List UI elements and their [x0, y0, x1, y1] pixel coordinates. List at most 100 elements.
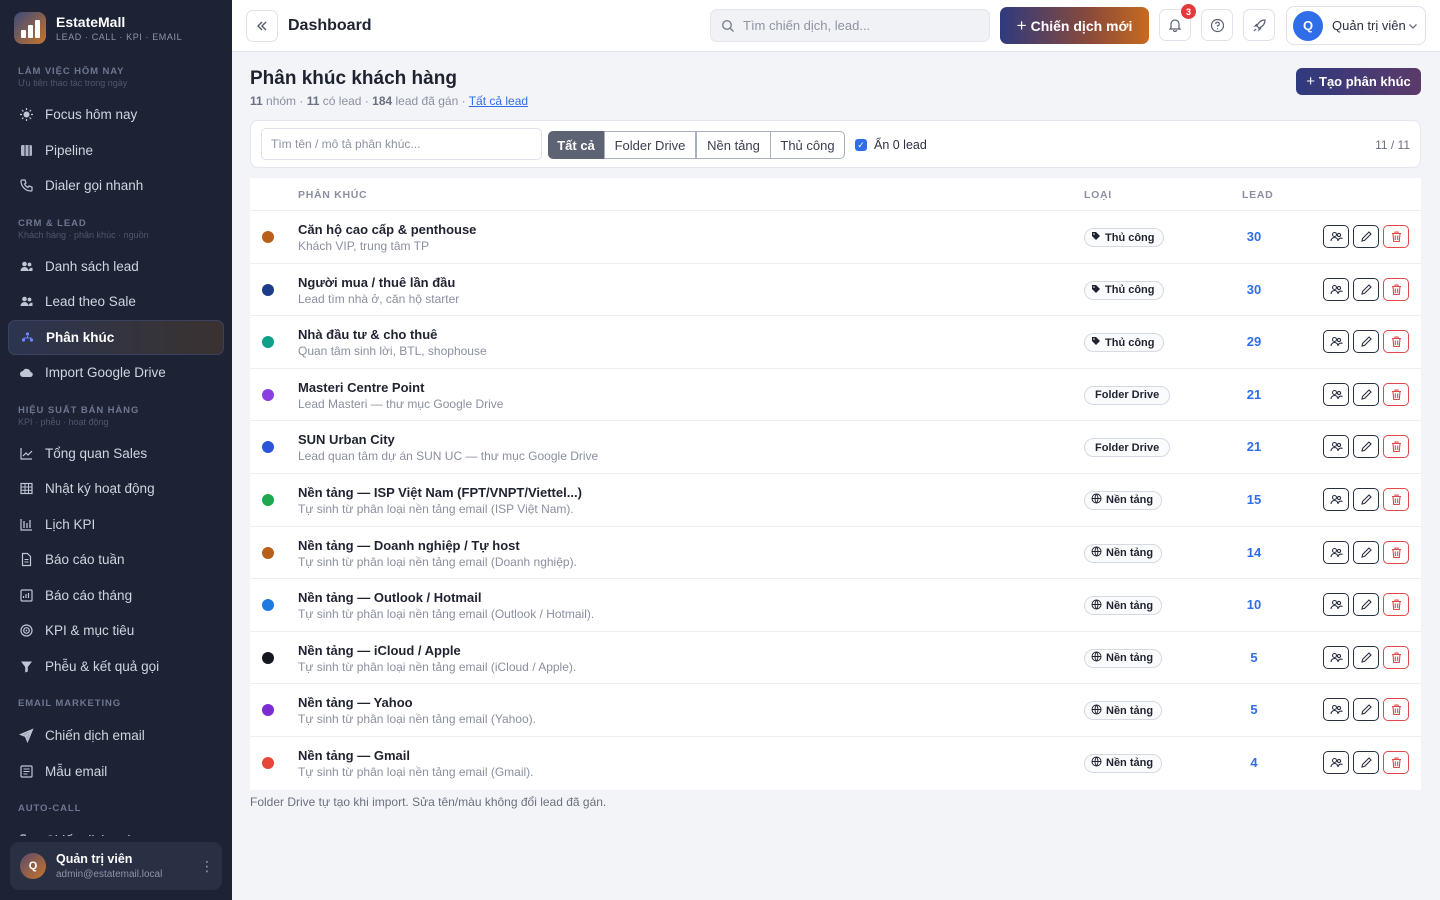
sidebar-item[interactable]: Lead theo Sale — [8, 284, 224, 320]
delete-button[interactable] — [1383, 277, 1409, 301]
view-leads-button[interactable] — [1323, 698, 1349, 722]
segment-description: Lead quan tâm dự án SUN UC — thư mục Goo… — [298, 449, 599, 464]
help-button[interactable] — [1201, 9, 1233, 41]
segment-lead-count[interactable]: 21 — [1234, 387, 1274, 402]
sidebar-item[interactable]: Báo cáo tháng — [8, 578, 224, 614]
edit-button[interactable] — [1353, 540, 1379, 564]
table-row[interactable]: Nền tảng — Doanh nghiệp / Tự host Tự sinh… — [250, 527, 1421, 580]
segment-lead-count[interactable]: 30 — [1234, 282, 1274, 297]
table-row[interactable]: Masteri Centre Point Lead Masteri — thư m… — [250, 369, 1421, 422]
delete-button[interactable] — [1383, 225, 1409, 248]
segment-lead-count[interactable]: 5 — [1234, 650, 1274, 665]
sidebar-item[interactable]: Focus hôm nay — [8, 97, 224, 133]
sidebar-item-label: Import Google Drive — [45, 365, 166, 381]
sidebar-item[interactable]: Báo cáo tuần — [8, 542, 224, 578]
delete-button[interactable] — [1383, 593, 1409, 617]
delete-button[interactable] — [1383, 330, 1409, 354]
table-row[interactable]: Người mua / thuê lần đầu Lead tìm nhà ở, … — [250, 264, 1421, 317]
table-row[interactable]: SUN Urban City Lead quan tâm dự án SUN UC… — [250, 421, 1421, 474]
view-leads-button[interactable] — [1323, 435, 1349, 459]
segment-lead-count[interactable]: 10 — [1234, 597, 1274, 612]
filter-tab-platform[interactable]: Nền tảng — [696, 131, 771, 159]
sidebar-item[interactable]: Pipeline — [8, 133, 224, 169]
segment-lead-count[interactable]: 21 — [1234, 439, 1274, 454]
edit-button[interactable] — [1353, 593, 1379, 617]
notifications-button[interactable]: 3 — [1159, 4, 1196, 41]
edit-button[interactable] — [1353, 645, 1379, 669]
sidebar-user-card[interactable]: Q Quản trị viên admin@estatemail.local ⋮ — [10, 842, 222, 890]
view-leads-button[interactable] — [1323, 487, 1349, 511]
view-leads-button[interactable] — [1323, 750, 1349, 774]
edit-button[interactable] — [1353, 382, 1379, 406]
sidebar-item[interactable]: Phân khúc — [8, 319, 224, 355]
table-icon — [18, 480, 35, 497]
view-leads-button[interactable] — [1323, 593, 1349, 617]
sidebar-item[interactable]: Dialer gọi nhanh — [8, 168, 224, 204]
create-segment-button[interactable]: + Tạo phân khúc — [1296, 68, 1421, 95]
brand[interactable]: EstateMall LEAD · CALL · KPI · EMAIL — [14, 12, 182, 44]
edit-button[interactable] — [1353, 277, 1379, 301]
users-outline-icon — [1329, 388, 1343, 401]
filter-tab-folder-drive[interactable]: Folder Drive — [604, 131, 696, 159]
sidebar-item[interactable]: KPI & mục tiêu — [8, 613, 224, 649]
sidebar-item[interactable]: Chiến dịch gọi — [8, 823, 224, 836]
collapse-sidebar-button[interactable] — [246, 10, 278, 42]
table-row[interactable]: Căn hộ cao cấp & penthouse Khách VIP, tru… — [250, 211, 1421, 264]
delete-button[interactable] — [1383, 540, 1409, 564]
new-campaign-button[interactable]: + Chiến dịch mới — [1000, 7, 1149, 44]
delete-button[interactable] — [1383, 382, 1409, 406]
sidebar-item[interactable]: Chiến dịch email — [8, 718, 224, 754]
more-vertical-icon[interactable]: ⋮ — [200, 858, 214, 875]
sidebar-item[interactable]: Import Google Drive — [8, 355, 224, 391]
table-row[interactable]: Nhà đầu tư & cho thuê Quan tâm sinh lời, … — [250, 316, 1421, 369]
table-row[interactable]: Nền tảng — Yahoo Tự sinh từ phân loại nền… — [250, 684, 1421, 737]
view-leads-button[interactable] — [1323, 225, 1349, 248]
filter-tab-all[interactable]: Tất cả — [548, 131, 604, 159]
segment-lead-count[interactable]: 4 — [1234, 755, 1274, 770]
table-row[interactable]: Nền tảng — ISP Việt Nam (FPT/VNPT/Viette… — [250, 474, 1421, 527]
filter-tab-manual[interactable]: Thủ công — [770, 131, 845, 159]
edit-button[interactable] — [1353, 435, 1379, 459]
sidebar-item[interactable]: Danh sách lead — [8, 249, 224, 285]
sidebar-item[interactable]: Nhật ký hoạt động — [8, 471, 224, 507]
trash-icon — [1390, 230, 1403, 243]
delete-button[interactable] — [1383, 645, 1409, 669]
global-search-input[interactable]: Tìm chiến dịch, lead... — [710, 9, 990, 42]
segment-lead-count[interactable]: 30 — [1234, 229, 1274, 244]
table-row[interactable]: Nền tảng — iCloud / Apple Tự sinh từ phân… — [250, 632, 1421, 685]
delete-button[interactable] — [1383, 487, 1409, 511]
view-leads-button[interactable] — [1323, 382, 1349, 406]
sidebar-item[interactable]: Mẫu email — [8, 754, 224, 790]
edit-button[interactable] — [1353, 750, 1379, 774]
delete-button[interactable] — [1383, 750, 1409, 774]
view-leads-button[interactable] — [1323, 540, 1349, 564]
segment-lead-count[interactable]: 5 — [1234, 702, 1274, 717]
edit-button[interactable] — [1353, 487, 1379, 511]
create-segment-label: Tạo phân khúc — [1319, 74, 1411, 89]
delete-button[interactable] — [1383, 435, 1409, 459]
launch-button[interactable] — [1243, 9, 1275, 41]
table-row[interactable]: Nền tảng — Gmail Tự sinh từ phân loại nền… — [250, 737, 1421, 790]
view-leads-button[interactable] — [1323, 277, 1349, 301]
edit-button[interactable] — [1353, 698, 1379, 722]
segment-lead-count[interactable]: 29 — [1234, 334, 1274, 349]
pencil-icon — [1360, 756, 1373, 769]
sidebar-item[interactable]: Tổng quan Sales — [8, 436, 224, 472]
view-leads-button[interactable] — [1323, 330, 1349, 354]
hide-zero-lead-checkbox[interactable]: ✓ Ẩn 0 lead — [855, 138, 927, 152]
table-header: PHÂN KHÚC LOẠI LEAD — [250, 178, 1421, 211]
edit-button[interactable] — [1353, 330, 1379, 354]
view-leads-button[interactable] — [1323, 645, 1349, 669]
segment-type-label: Folder Drive — [1095, 389, 1160, 402]
users-outline-icon — [1329, 756, 1343, 769]
segment-search-input[interactable]: Tìm tên / mô tả phân khúc... — [261, 128, 542, 160]
edit-button[interactable] — [1353, 225, 1379, 248]
user-menu-button[interactable]: Q Quản trị viên — [1286, 6, 1426, 45]
table-row[interactable]: Nền tảng — Outlook / Hotmail Tự sinh từ p… — [250, 579, 1421, 632]
segment-lead-count[interactable]: 14 — [1234, 545, 1274, 560]
sidebar-item[interactable]: Phễu & kết quả gọi — [8, 649, 224, 685]
sidebar-item[interactable]: Lịch KPI — [8, 507, 224, 543]
all-leads-link[interactable]: Tất cả lead — [469, 94, 528, 108]
segment-lead-count[interactable]: 15 — [1234, 492, 1274, 507]
delete-button[interactable] — [1383, 698, 1409, 722]
